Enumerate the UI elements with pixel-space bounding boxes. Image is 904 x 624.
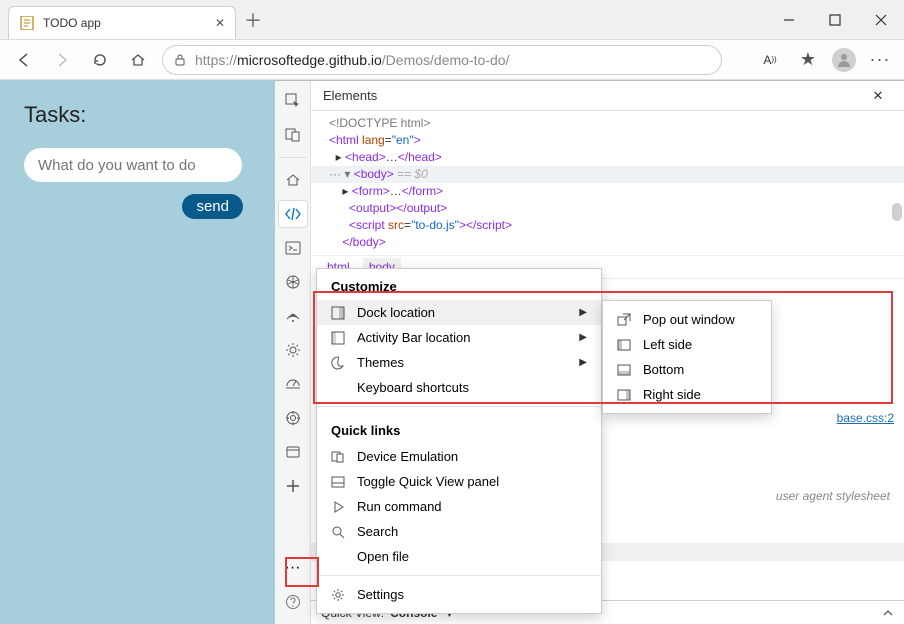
css-source-link[interactable]: base.css:2 bbox=[837, 411, 894, 425]
tasks-heading: Tasks: bbox=[24, 102, 251, 128]
devtools-context-menu: Customize Dock location ▶ Activity Bar l… bbox=[316, 268, 602, 614]
search-icon bbox=[331, 525, 347, 539]
add-panel-button[interactable] bbox=[278, 472, 308, 500]
popout-icon bbox=[617, 313, 633, 327]
theme-icon bbox=[331, 356, 347, 370]
forward-button[interactable] bbox=[48, 46, 76, 74]
tab-title: TODO app bbox=[43, 16, 207, 30]
performance-panel-icon[interactable] bbox=[278, 336, 308, 364]
sources-panel-icon[interactable] bbox=[278, 268, 308, 296]
refresh-button[interactable] bbox=[86, 46, 114, 74]
network-panel-icon[interactable] bbox=[278, 302, 308, 330]
play-icon bbox=[331, 500, 347, 514]
ctx-header-customize: Customize bbox=[317, 269, 601, 300]
ctx-run-command[interactable]: Run command bbox=[317, 494, 601, 519]
panel-header: Elements ✕ bbox=[311, 81, 904, 111]
dock-popout[interactable]: Pop out window bbox=[603, 307, 771, 332]
ctx-search[interactable]: Search bbox=[317, 519, 601, 544]
device-icon bbox=[331, 450, 347, 464]
send-button[interactable]: send bbox=[182, 194, 243, 219]
tab-favicon-icon bbox=[19, 15, 35, 31]
welcome-icon[interactable] bbox=[278, 166, 308, 194]
ctx-header-quicklinks: Quick links bbox=[317, 413, 601, 444]
new-tab-button[interactable]: ＋ bbox=[236, 0, 270, 39]
tab-close-icon[interactable]: ✕ bbox=[215, 16, 225, 30]
dock-location-submenu: Pop out window Left side Bottom Right si… bbox=[602, 300, 772, 414]
panel-icon bbox=[331, 475, 347, 489]
read-aloud-button[interactable]: A)) bbox=[756, 46, 784, 74]
rendered-page: Tasks: send bbox=[0, 80, 275, 624]
profile-avatar[interactable] bbox=[832, 48, 856, 72]
ctx-device-emulation[interactable]: Device Emulation bbox=[317, 444, 601, 469]
ctx-toggle-quick-view[interactable]: Toggle Quick View panel bbox=[317, 469, 601, 494]
chevron-right-icon: ▶ bbox=[579, 332, 587, 343]
dom-tree[interactable]: <!DOCTYPE html> <html lang="en"> ▸ <head… bbox=[311, 111, 904, 255]
gear-icon bbox=[331, 588, 347, 602]
activity-bar: ··· bbox=[275, 81, 311, 624]
browser-menu-button[interactable]: ··· bbox=[866, 46, 894, 74]
elements-panel-icon[interactable] bbox=[278, 200, 308, 228]
scrollbar-thumb[interactable] bbox=[892, 203, 902, 221]
lock-icon bbox=[173, 53, 187, 67]
chevron-right-icon: ▶ bbox=[579, 307, 587, 318]
ctx-keyboard-shortcuts[interactable]: Keyboard shortcuts bbox=[317, 375, 601, 400]
window-minimize-button[interactable] bbox=[766, 0, 812, 39]
favorite-star-icon[interactable]: ★ bbox=[794, 46, 822, 74]
memory-panel-icon[interactable] bbox=[278, 370, 308, 398]
url-bar[interactable]: https://microsoftedge.github.io/Demos/de… bbox=[162, 45, 722, 75]
home-button[interactable] bbox=[124, 46, 152, 74]
security-panel-icon[interactable] bbox=[278, 438, 308, 466]
panel-title: Elements bbox=[323, 88, 377, 103]
browser-toolbar: https://microsoftedge.github.io/Demos/de… bbox=[0, 40, 904, 80]
back-button[interactable] bbox=[10, 46, 38, 74]
devtools-close-button[interactable]: ✕ bbox=[864, 82, 892, 110]
expand-quickview-icon[interactable] bbox=[882, 607, 894, 619]
console-panel-icon[interactable] bbox=[278, 234, 308, 262]
application-panel-icon[interactable] bbox=[278, 404, 308, 432]
dock-left[interactable]: Left side bbox=[603, 332, 771, 357]
activity-bar-icon bbox=[331, 331, 347, 345]
devtools-more-button[interactable]: ··· bbox=[278, 554, 308, 582]
inspect-tool-icon[interactable] bbox=[278, 87, 308, 115]
dock-right-icon bbox=[617, 388, 633, 402]
url-text: https://microsoftedge.github.io/Demos/de… bbox=[195, 52, 509, 68]
window-close-button[interactable] bbox=[858, 0, 904, 39]
ctx-open-file[interactable]: Open file bbox=[317, 544, 601, 569]
dock-bottom-icon bbox=[617, 363, 633, 377]
dock-icon bbox=[331, 306, 347, 320]
help-icon[interactable] bbox=[278, 588, 308, 616]
window-maximize-button[interactable] bbox=[812, 0, 858, 39]
dock-left-icon bbox=[617, 338, 633, 352]
ctx-dock-location[interactable]: Dock location ▶ bbox=[317, 300, 601, 325]
ctx-themes[interactable]: Themes ▶ bbox=[317, 350, 601, 375]
device-emulation-icon[interactable] bbox=[278, 121, 308, 149]
browser-tab[interactable]: TODO app ✕ bbox=[8, 6, 236, 39]
ctx-activity-bar-location[interactable]: Activity Bar location ▶ bbox=[317, 325, 601, 350]
task-input[interactable] bbox=[24, 148, 242, 182]
window-titlebar: TODO app ✕ ＋ bbox=[0, 0, 904, 40]
window-controls bbox=[766, 0, 904, 39]
ctx-settings[interactable]: Settings bbox=[317, 582, 601, 607]
dock-right[interactable]: Right side bbox=[603, 382, 771, 407]
dock-bottom[interactable]: Bottom bbox=[603, 357, 771, 382]
chevron-right-icon: ▶ bbox=[579, 357, 587, 368]
